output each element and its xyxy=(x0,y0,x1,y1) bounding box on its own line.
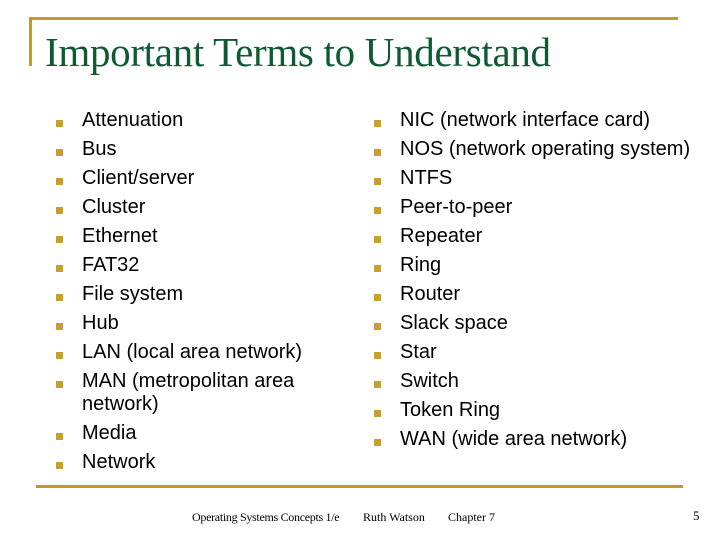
term-label: Cluster xyxy=(82,196,146,218)
list-item: Media xyxy=(56,422,346,445)
square-bullet-icon xyxy=(56,433,63,440)
list-item: Bus xyxy=(56,138,346,161)
list-item: Token Ring xyxy=(374,399,694,422)
square-bullet-icon xyxy=(56,352,63,359)
term-label: FAT32 xyxy=(82,254,140,276)
top-accent-rule xyxy=(29,17,678,20)
term-label: Ethernet xyxy=(82,225,158,247)
square-bullet-icon xyxy=(374,207,381,214)
term-label: WAN (wide area network) xyxy=(400,428,628,450)
square-bullet-icon xyxy=(374,352,381,359)
square-bullet-icon xyxy=(374,439,381,446)
square-bullet-icon xyxy=(56,178,63,185)
bottom-accent-rule xyxy=(36,485,683,488)
list-item: Ring xyxy=(374,254,694,277)
right-term-list: NIC (network interface card) NOS (networ… xyxy=(374,109,694,457)
list-item: WAN (wide area network) xyxy=(374,428,694,451)
list-item: Client/server xyxy=(56,167,346,190)
square-bullet-icon xyxy=(56,294,63,301)
list-item: Repeater xyxy=(374,225,694,248)
list-item: Hub xyxy=(56,312,346,335)
square-bullet-icon xyxy=(56,236,63,243)
square-bullet-icon xyxy=(56,265,63,272)
square-bullet-icon xyxy=(374,236,381,243)
list-item: Slack space xyxy=(374,312,694,335)
list-item: Router xyxy=(374,283,694,306)
list-item: Peer-to-peer xyxy=(374,196,694,219)
list-item: LAN (local area network) xyxy=(56,341,346,364)
square-bullet-icon xyxy=(374,265,381,272)
square-bullet-icon xyxy=(56,323,63,330)
square-bullet-icon xyxy=(374,149,381,156)
list-item: Ethernet xyxy=(56,225,346,248)
list-item: Cluster xyxy=(56,196,346,219)
footer-chapter: Chapter 7 xyxy=(448,510,495,524)
square-bullet-icon xyxy=(56,381,63,388)
term-label: Media xyxy=(82,422,137,444)
list-item: NOS (network operating system) xyxy=(374,138,694,161)
term-label: LAN (local area network) xyxy=(82,341,303,363)
square-bullet-icon xyxy=(374,323,381,330)
term-label: Switch xyxy=(400,370,459,392)
footer-author: Ruth Watson xyxy=(363,510,425,524)
square-bullet-icon xyxy=(374,410,381,417)
term-label: Hub xyxy=(82,312,119,334)
term-label: Peer-to-peer xyxy=(400,196,513,218)
term-label: Repeater xyxy=(400,225,483,247)
square-bullet-icon xyxy=(374,178,381,185)
term-label: Bus xyxy=(82,138,117,160)
square-bullet-icon xyxy=(374,294,381,301)
term-label: Token Ring xyxy=(400,399,501,421)
list-item: MAN (metropolitan area network) xyxy=(56,370,346,416)
left-term-list: Attenuation Bus Client/server Cluster Et… xyxy=(56,109,346,480)
list-item: Switch xyxy=(374,370,694,393)
term-label: NTFS xyxy=(400,167,453,189)
list-item: File system xyxy=(56,283,346,306)
term-label: Network xyxy=(82,451,156,473)
footer-course: Operating Systems Concepts 1/e xyxy=(192,510,340,524)
list-item: NTFS xyxy=(374,167,694,190)
list-item: Star xyxy=(374,341,694,364)
list-item: Attenuation xyxy=(56,109,346,132)
term-label: Ring xyxy=(400,254,442,276)
term-label: Router xyxy=(400,283,461,305)
left-accent-rule xyxy=(29,17,32,66)
square-bullet-icon xyxy=(374,120,381,127)
term-label: Slack space xyxy=(400,312,508,334)
term-label: Client/server xyxy=(82,167,195,189)
term-label: NIC (network interface card) xyxy=(400,109,651,131)
square-bullet-icon xyxy=(56,462,63,469)
square-bullet-icon xyxy=(56,207,63,214)
page-number: 5 xyxy=(693,508,700,523)
square-bullet-icon xyxy=(56,120,63,127)
term-label: MAN (metropolitan area network) xyxy=(82,370,295,415)
term-label: NOS (network operating system) xyxy=(400,138,691,160)
term-label: Star xyxy=(400,341,437,363)
list-item: Network xyxy=(56,451,346,474)
list-item: FAT32 xyxy=(56,254,346,277)
term-label: File system xyxy=(82,283,184,305)
term-label: Attenuation xyxy=(82,109,184,131)
slide-title: Important Terms to Understand xyxy=(45,29,551,75)
square-bullet-icon xyxy=(374,381,381,388)
list-item: NIC (network interface card) xyxy=(374,109,694,132)
square-bullet-icon xyxy=(56,149,63,156)
